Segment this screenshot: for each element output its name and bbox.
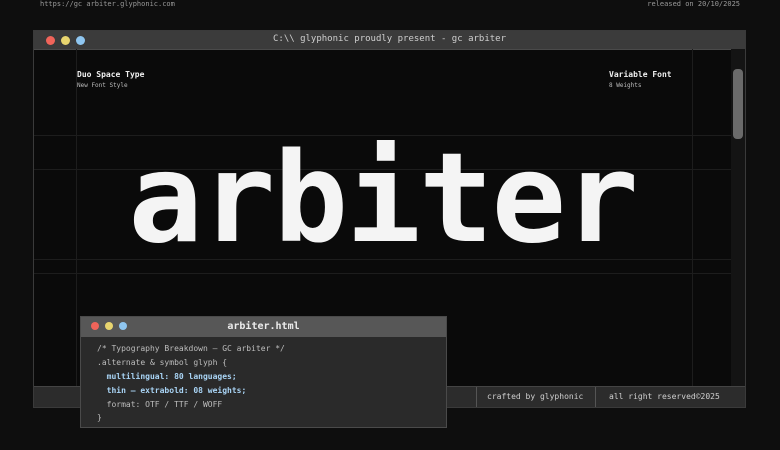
weights-sublabel: 8 Weights: [609, 82, 642, 89]
footer-rights: all right reserved©2025: [609, 392, 720, 401]
variable-font-label: Variable Font: [609, 70, 672, 79]
footer-credit: crafted by glyphonic: [487, 392, 584, 401]
code-comment: /* Typography Breakdown — GC arbiter */: [97, 344, 285, 353]
window-title: C:\\ glyphonic proudly present - gc arbi…: [273, 34, 506, 44]
code-window: arbiter.html /* Typography Breakdown — G…: [80, 316, 447, 428]
scrollbar-thumb[interactable]: [733, 69, 743, 139]
code-property-weights: thin – extrabold: 08 weights;: [97, 386, 247, 395]
guide-line: [34, 273, 731, 274]
type-sublabel: New Font Style: [77, 82, 128, 89]
code-selector: .alternate & symbol glyph {: [97, 358, 228, 367]
hero-wordmark: arbiter: [128, 127, 639, 271]
type-label: Duo Space Type: [77, 70, 145, 79]
footer-divider: [476, 387, 477, 407]
scrollbar-track[interactable]: [731, 49, 745, 387]
code-window-title: arbiter.html: [227, 321, 300, 332]
code-property-format: format: OTF / TTF / WOFF: [97, 400, 223, 409]
code-titlebar[interactable]: arbiter.html: [81, 317, 446, 337]
code-property-multilingual: multilingual: 80 languages;: [97, 372, 237, 381]
code-closing-brace: }: [97, 413, 102, 422]
release-date: released on 20/10/2025: [647, 0, 740, 8]
footer-divider: [595, 387, 596, 407]
main-titlebar[interactable]: C:\\ glyphonic proudly present - gc arbi…: [34, 31, 745, 50]
page-url[interactable]: https://gc arbiter.glyphonic.com: [40, 0, 175, 8]
